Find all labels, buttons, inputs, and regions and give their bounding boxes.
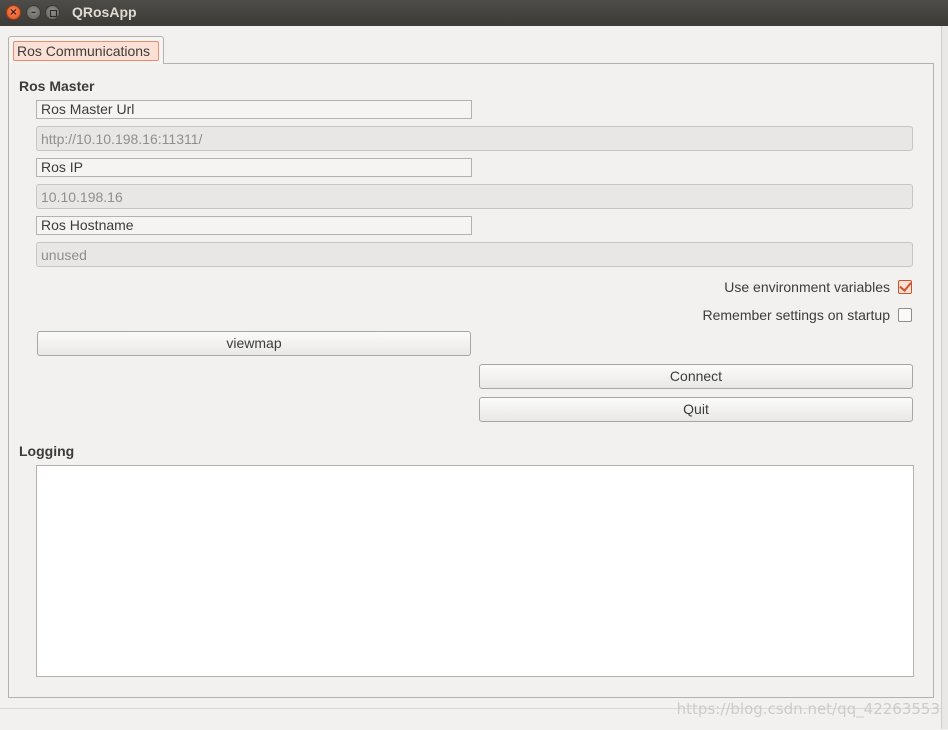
watermark: https://blog.csdn.net/qq_42263553 xyxy=(676,700,940,718)
remember-settings-label: Remember settings on startup xyxy=(702,307,890,324)
master-url-input[interactable] xyxy=(36,126,913,151)
master-url-label: Ros Master Url xyxy=(36,100,472,119)
use-env-checkbox[interactable] xyxy=(898,279,912,295)
minimize-icon[interactable]: – xyxy=(26,5,41,20)
logging-group-title: Logging xyxy=(19,443,75,459)
hostname-input[interactable] xyxy=(36,242,913,267)
title-bar[interactable]: × – QRosApp xyxy=(0,0,948,26)
use-env-checkbox-row[interactable]: Use environment variables xyxy=(724,277,912,295)
window-right-edge xyxy=(941,26,948,729)
ros-master-group-title: Ros Master xyxy=(19,78,95,94)
connect-button[interactable]: Connect xyxy=(479,364,913,389)
viewmap-button[interactable]: viewmap xyxy=(37,331,471,356)
tab-label: Ros Communications xyxy=(13,41,159,61)
quit-button[interactable]: Quit xyxy=(479,397,913,422)
main-window: × – QRosApp Ros Communications Ros Maste… xyxy=(0,0,948,730)
maximize-square xyxy=(50,10,57,17)
logging-list[interactable] xyxy=(36,465,914,677)
hostname-label: Ros Hostname xyxy=(36,216,472,235)
close-icon[interactable]: × xyxy=(6,5,21,20)
maximize-icon[interactable] xyxy=(45,5,60,20)
remember-settings-checkbox[interactable] xyxy=(898,308,912,323)
ros-ip-input[interactable] xyxy=(36,184,913,209)
use-env-label: Use environment variables xyxy=(724,279,890,296)
check-icon xyxy=(899,279,912,293)
tab-ros-communications[interactable]: Ros Communications xyxy=(8,36,164,64)
window-title: QRosApp xyxy=(72,4,137,20)
ros-ip-label: Ros IP xyxy=(36,158,472,177)
remember-settings-row[interactable]: Remember settings on startup xyxy=(702,305,912,323)
